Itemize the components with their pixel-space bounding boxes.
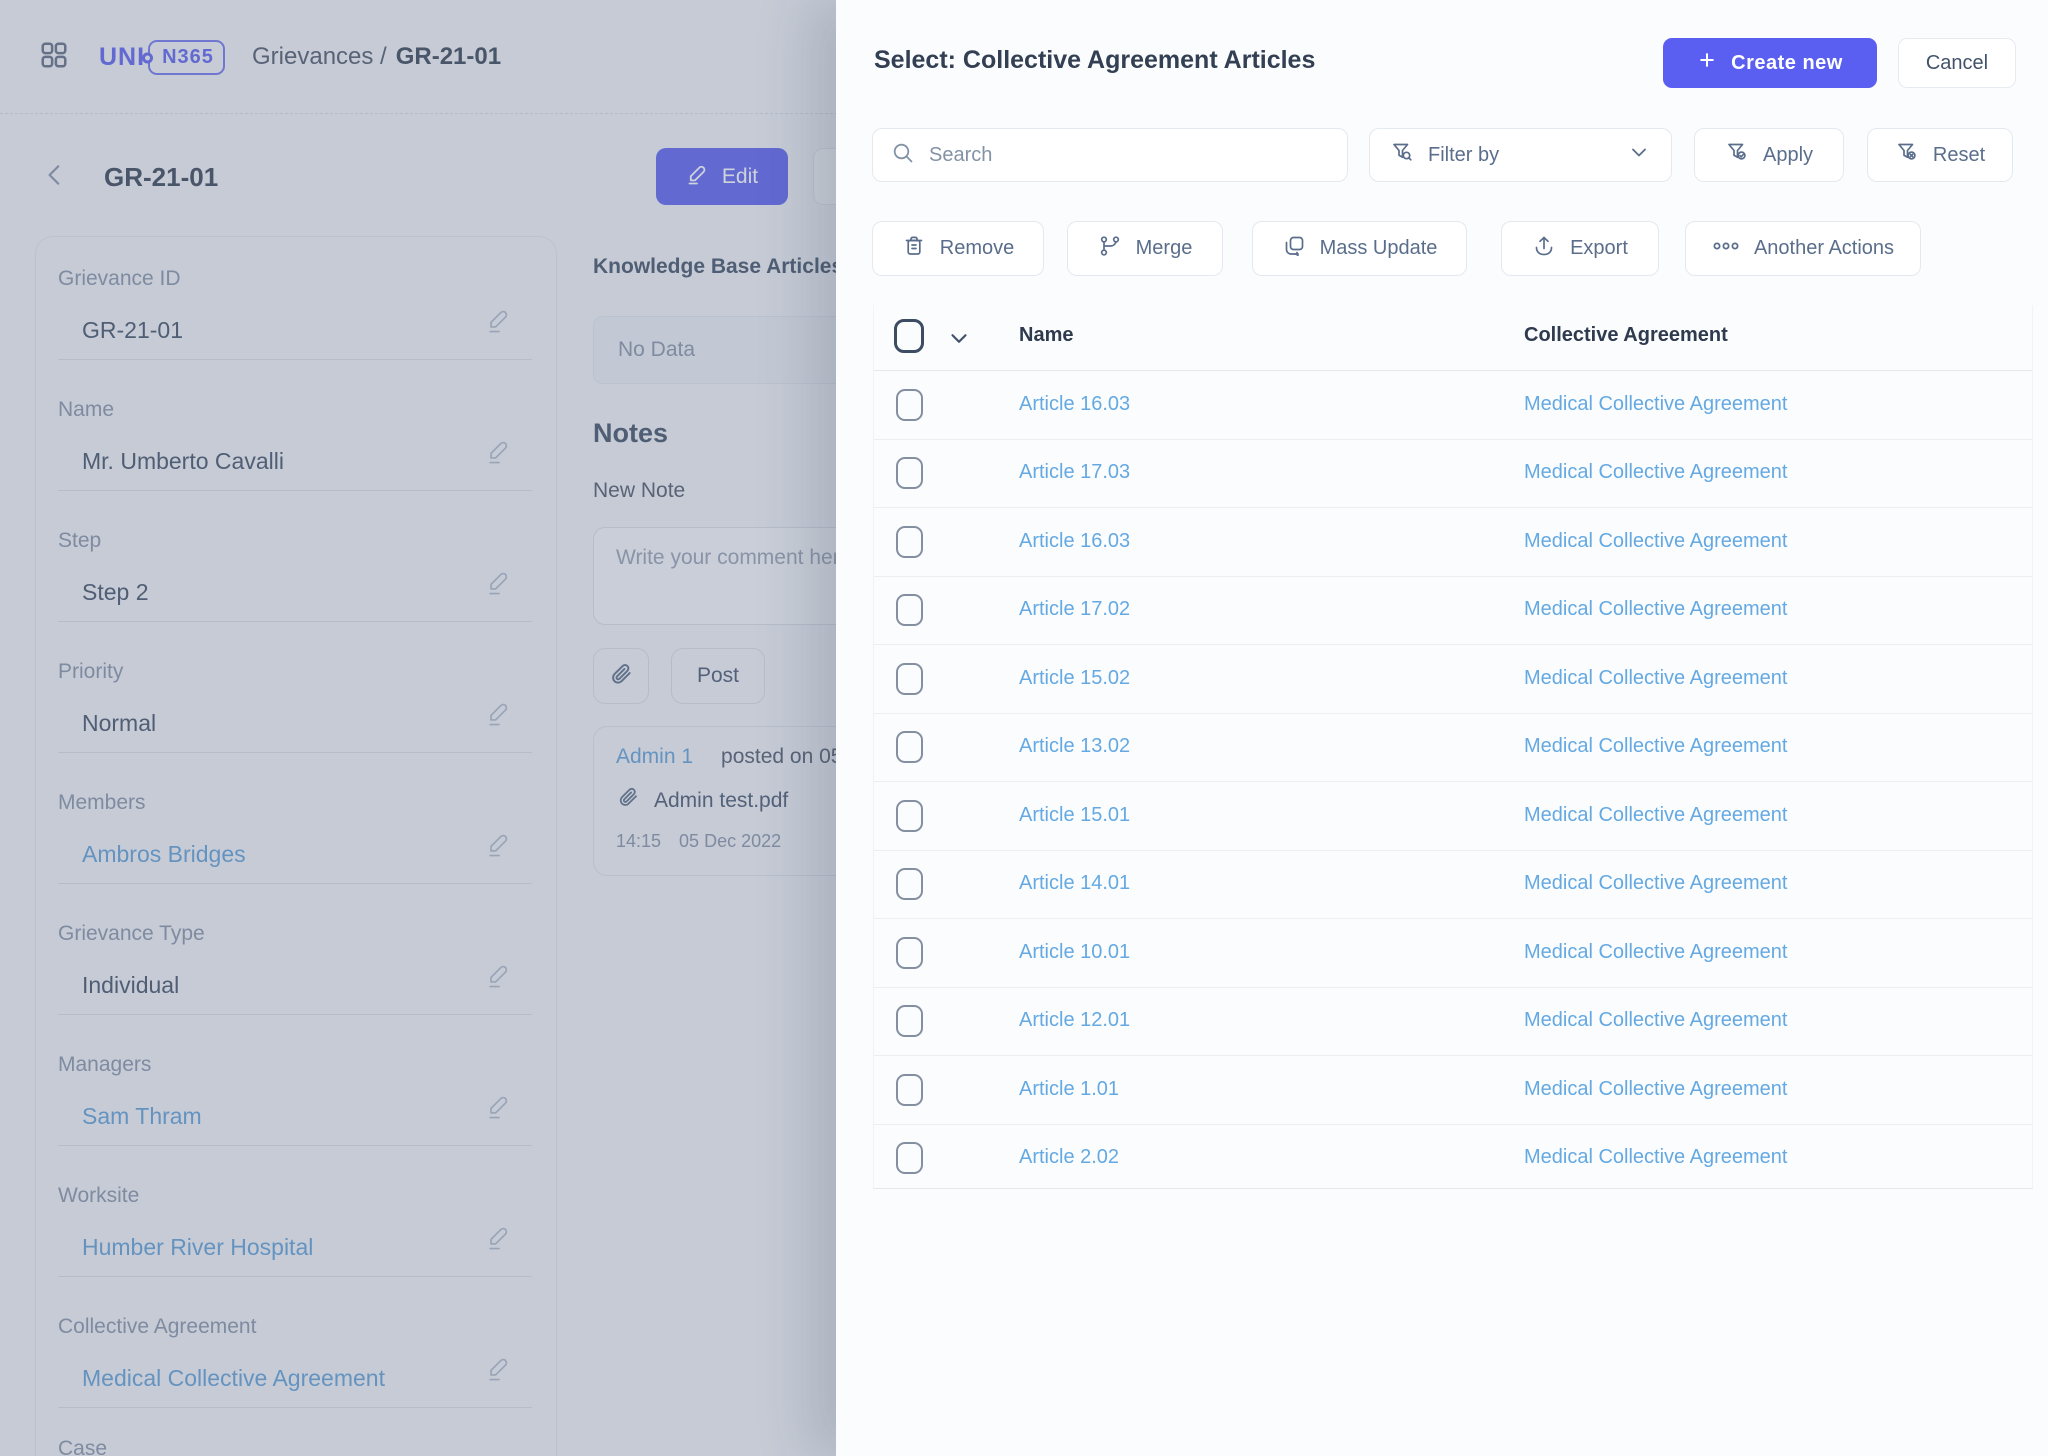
agreement-link[interactable]: Medical Collective Agreement <box>1524 461 1787 484</box>
row-checkbox[interactable] <box>896 389 923 421</box>
ellipsis-icon <box>1712 234 1740 264</box>
apply-label: Apply <box>1762 143 1814 166</box>
mass-update-label: Mass Update <box>1319 237 1438 259</box>
merge-label: Merge <box>1135 237 1193 259</box>
article-link[interactable]: Article 17.03 <box>1019 461 1130 484</box>
another-actions-label: Another Actions <box>1753 237 1895 259</box>
article-link[interactable]: Article 1.01 <box>1019 1078 1119 1101</box>
article-link[interactable]: Article 15.02 <box>1019 667 1130 690</box>
agreement-link[interactable]: Medical Collective Agreement <box>1524 1009 1787 1032</box>
articles-table: Name Collective Agreement Article 16.03 … <box>873 305 2033 1189</box>
row-checkbox[interactable] <box>896 937 923 969</box>
select-menu-chevron-icon[interactable] <box>946 325 972 356</box>
article-link[interactable]: Article 12.01 <box>1019 1009 1130 1032</box>
table-row: Article 16.03 Medical Collective Agreeme… <box>874 508 2032 577</box>
agreement-link[interactable]: Medical Collective Agreement <box>1524 1146 1787 1169</box>
filter-by-label: Filter by <box>1428 143 1500 166</box>
export-label: Export <box>1570 237 1628 259</box>
select-all-checkbox[interactable] <box>894 319 924 353</box>
select-articles-modal: Select: Collective Agreement Articles Cr… <box>836 0 2048 1456</box>
article-link[interactable]: Article 2.02 <box>1019 1146 1119 1169</box>
row-checkbox[interactable] <box>896 594 923 626</box>
cancel-button[interactable]: Cancel <box>1898 38 2016 88</box>
agreement-link[interactable]: Medical Collective Agreement <box>1524 393 1787 416</box>
article-link[interactable]: Article 10.01 <box>1019 941 1130 964</box>
apply-filter-button[interactable]: Apply <box>1694 128 1844 182</box>
row-checkbox[interactable] <box>896 800 923 832</box>
reset-filter-button[interactable]: Reset <box>1867 128 2013 182</box>
mass-update-icon <box>1282 234 1306 264</box>
filter-reset-icon <box>1895 140 1919 170</box>
chevron-down-icon <box>1627 140 1651 170</box>
filter-funnel-icon <box>1390 140 1414 170</box>
agreement-link[interactable]: Medical Collective Agreement <box>1524 941 1787 964</box>
table-row: Article 15.01 Medical Collective Agreeme… <box>874 782 2032 851</box>
modal-title: Select: Collective Agreement Articles <box>874 46 1316 74</box>
app-screen: UNI N365 Grievances / GR-21-01 GR-21-01 … <box>0 0 2048 1456</box>
row-checkbox[interactable] <box>896 526 923 558</box>
search-field[interactable] <box>872 128 1348 182</box>
create-new-button[interactable]: Create new <box>1663 38 1877 88</box>
article-link[interactable]: Article 17.02 <box>1019 598 1130 621</box>
search-input[interactable] <box>929 143 1329 167</box>
filter-apply-icon <box>1725 140 1749 170</box>
agreement-link[interactable]: Medical Collective Agreement <box>1524 1078 1787 1101</box>
table-row: Article 16.03 Medical Collective Agreeme… <box>874 371 2032 440</box>
article-link[interactable]: Article 14.01 <box>1019 872 1130 895</box>
plus-icon <box>1697 50 1717 76</box>
agreement-link[interactable]: Medical Collective Agreement <box>1524 804 1787 827</box>
table-header-row: Name Collective Agreement <box>874 305 2032 371</box>
merge-branch-icon <box>1098 234 1122 264</box>
export-button[interactable]: Export <box>1501 221 1659 276</box>
column-header-name[interactable]: Name <box>1019 324 1073 347</box>
create-new-label: Create new <box>1731 51 1843 74</box>
table-row: Article 15.02 Medical Collective Agreeme… <box>874 645 2032 714</box>
table-row: Article 13.02 Medical Collective Agreeme… <box>874 713 2032 782</box>
table-row: Article 12.01 Medical Collective Agreeme… <box>874 987 2032 1056</box>
export-icon <box>1532 234 1556 264</box>
table-row: Article 10.01 Medical Collective Agreeme… <box>874 919 2032 988</box>
article-link[interactable]: Article 13.02 <box>1019 735 1130 758</box>
table-row: Article 17.03 Medical Collective Agreeme… <box>874 439 2032 508</box>
table-row: Article 17.02 Medical Collective Agreeme… <box>874 576 2032 645</box>
another-actions-button[interactable]: Another Actions <box>1685 221 1921 276</box>
agreement-link[interactable]: Medical Collective Agreement <box>1524 735 1787 758</box>
row-checkbox[interactable] <box>896 1005 923 1037</box>
column-header-collective-agreement[interactable]: Collective Agreement <box>1524 324 1728 347</box>
table-row: Article 2.02 Medical Collective Agreemen… <box>874 1124 2032 1193</box>
article-link[interactable]: Article 16.03 <box>1019 393 1130 416</box>
search-icon <box>891 141 915 170</box>
row-checkbox[interactable] <box>896 1142 923 1174</box>
table-row: Article 14.01 Medical Collective Agreeme… <box>874 850 2032 919</box>
row-checkbox[interactable] <box>896 731 923 763</box>
merge-button[interactable]: Merge <box>1067 221 1223 276</box>
mass-update-button[interactable]: Mass Update <box>1252 221 1467 276</box>
row-checkbox[interactable] <box>896 457 923 489</box>
agreement-link[interactable]: Medical Collective Agreement <box>1524 872 1787 895</box>
agreement-link[interactable]: Medical Collective Agreement <box>1524 667 1787 690</box>
table-row: Article 1.01 Medical Collective Agreemen… <box>874 1056 2032 1125</box>
row-checkbox[interactable] <box>896 1074 923 1106</box>
article-link[interactable]: Article 15.01 <box>1019 804 1130 827</box>
filter-by-dropdown[interactable]: Filter by <box>1369 128 1672 182</box>
reset-label: Reset <box>1932 143 1986 166</box>
remove-button[interactable]: Remove <box>872 221 1044 276</box>
row-checkbox[interactable] <box>896 868 923 900</box>
article-link[interactable]: Article 16.03 <box>1019 530 1130 553</box>
row-checkbox[interactable] <box>896 663 923 695</box>
trash-icon <box>902 234 926 264</box>
remove-label: Remove <box>939 237 1015 259</box>
agreement-link[interactable]: Medical Collective Agreement <box>1524 530 1787 553</box>
agreement-link[interactable]: Medical Collective Agreement <box>1524 598 1787 621</box>
